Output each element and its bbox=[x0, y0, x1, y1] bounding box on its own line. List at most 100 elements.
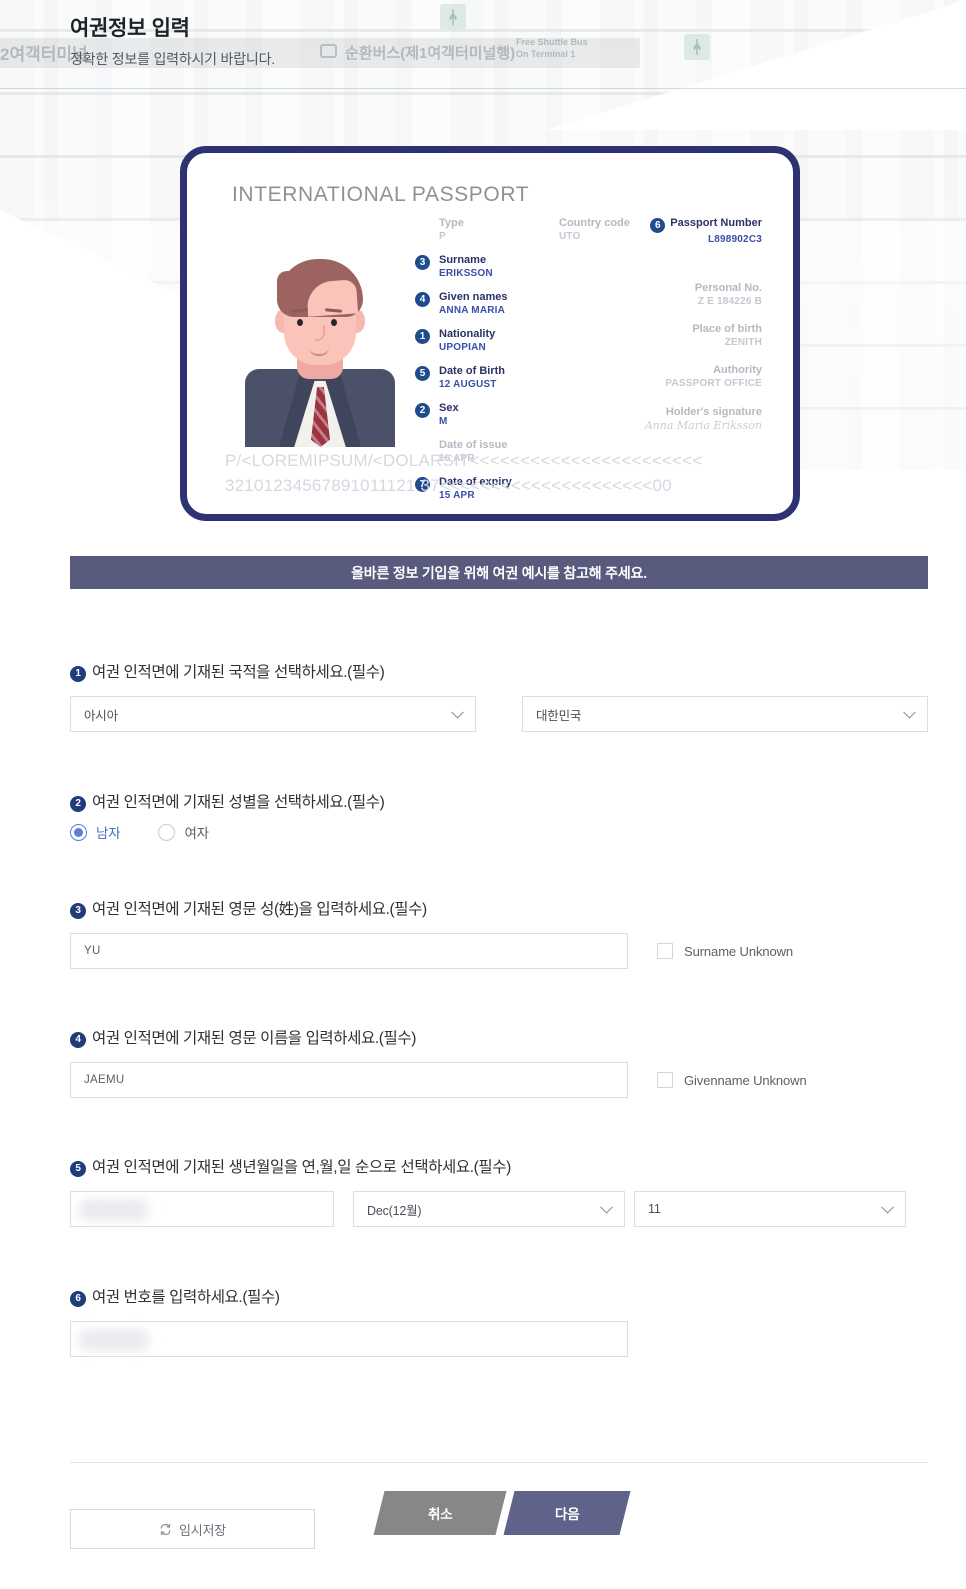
exit-sign-icon bbox=[440, 4, 466, 30]
passport-field-surname: 3 Surname ERIKSSON bbox=[415, 254, 569, 280]
checkbox-indicator bbox=[657, 1072, 673, 1088]
passport-field-place-of-birth: Place of birth ZENITH bbox=[692, 323, 762, 348]
passport-stripe-gap bbox=[303, 146, 318, 153]
question-3-row: YU Surname Unknown bbox=[70, 933, 928, 969]
gender-radio-male[interactable]: 남자 bbox=[70, 822, 121, 842]
passport-number-input[interactable] bbox=[70, 1321, 628, 1357]
passport-field-dob: 5 Date of Birth 12 AUGUST bbox=[415, 365, 569, 391]
question-5-row: Dec(12월) 11 bbox=[70, 1191, 928, 1227]
question-number-5: 5 bbox=[70, 1161, 86, 1177]
question-3-surname: 3 여권 인적면에 기재된 영문 성(姓)을 입력하세요.(필수) YU Surn… bbox=[70, 897, 928, 969]
birth-day-select[interactable]: 11 bbox=[634, 1191, 906, 1227]
givenname-input[interactable]: JAEMU bbox=[70, 1062, 628, 1098]
gender-radio-female[interactable]: 여자 bbox=[158, 822, 209, 842]
question-1-row: 아시아 대한민국 bbox=[70, 696, 928, 732]
surname-input[interactable]: YU bbox=[70, 933, 628, 969]
question-6-title: 6 여권 번호를 입력하세요.(필수) bbox=[70, 1285, 928, 1307]
checkbox-indicator bbox=[657, 943, 673, 959]
passport-photo-avatar bbox=[239, 247, 401, 447]
exit-sign-icon bbox=[684, 34, 710, 60]
signage-shuttle-text: Free Shuttle Bus On Terminal 1 bbox=[516, 37, 588, 59]
page-header: 여권정보 입력 정확한 정보를 입력하시기 바랍니다. bbox=[70, 12, 275, 69]
redacted-value bbox=[79, 1199, 149, 1221]
question-number-6: 6 bbox=[70, 1291, 86, 1307]
passport-field-authority: Authority PASSPORT OFFICE bbox=[665, 364, 762, 389]
page-title: 여권정보 입력 bbox=[70, 17, 190, 40]
passport-body: INTERNATIONAL PASSPORT Type P 3 Surname … bbox=[180, 146, 800, 521]
next-button[interactable]: 다음 bbox=[503, 1491, 631, 1535]
passport-badge-2: 2 bbox=[415, 403, 430, 418]
mrz-line-1: P/<LOREMIPSUM/<DOLARSIT<<<<<<<<<<<<<<<<<… bbox=[225, 451, 703, 470]
passport-stripe-red bbox=[307, 146, 618, 153]
question-5-date-of-birth: 5 여권 인적면에 기재된 생년월일을 연,월,일 순으로 선택하세요.(필수) … bbox=[70, 1155, 928, 1227]
chevron-down-icon bbox=[903, 705, 916, 719]
passport-field-type: Type P bbox=[439, 217, 464, 242]
gender-radio-female-label: 여자 bbox=[184, 826, 209, 841]
question-5-title: 5 여권 인적면에 기재된 생년월일을 연,월,일 순으로 선택하세요.(필수) bbox=[70, 1155, 928, 1177]
givenname-input-value: JAEMU bbox=[84, 1074, 125, 1086]
question-number-1: 1 bbox=[70, 666, 86, 682]
question-4-row: JAEMU Givenname Unknown bbox=[70, 1062, 928, 1098]
passport-field-passport-number: 6 Passport Number L898902C3 bbox=[627, 217, 762, 246]
question-2-title: 2 여권 인적면에 기재된 성별을 선택하세요.(필수) bbox=[70, 790, 928, 812]
header-divider bbox=[0, 88, 966, 89]
passport-badge-3: 3 bbox=[415, 255, 430, 270]
birth-year-select[interactable] bbox=[70, 1191, 334, 1227]
form-action-buttons: 취소 다음 bbox=[373, 1491, 631, 1535]
surname-input-value: YU bbox=[84, 945, 101, 957]
next-button-label: 다음 bbox=[554, 1507, 580, 1522]
passport-badge-1: 1 bbox=[415, 329, 430, 344]
passport-field-nationality: 1 Nationality UPOPIAN bbox=[415, 328, 569, 354]
signage-bus-text: 순환버스(제1여객터미널행) bbox=[345, 45, 516, 62]
temp-save-button[interactable]: 임시저장 bbox=[70, 1509, 315, 1549]
page-subtitle: 정확한 정보를 입력하시기 바랍니다. bbox=[70, 51, 275, 67]
birth-month-select[interactable]: Dec(12월) bbox=[353, 1191, 625, 1227]
question-number-2: 2 bbox=[70, 796, 86, 812]
passport-field-given-names: 4 Given names ANNA MARIA bbox=[415, 291, 569, 317]
radio-indicator bbox=[158, 823, 176, 841]
passport-badge-4: 4 bbox=[415, 292, 430, 307]
chevron-down-icon bbox=[881, 1200, 894, 1214]
question-3-title: 3 여권 인적면에 기재된 영문 성(姓)을 입력하세요.(필수) bbox=[70, 897, 928, 919]
question-1-title: 1 여권 인적면에 기재된 국적을 선택하세요.(필수) bbox=[70, 660, 928, 682]
region-select-value: 아시아 bbox=[84, 708, 118, 723]
country-select-value: 대한민국 bbox=[536, 708, 582, 723]
question-6-passport-number: 6 여권 번호를 입력하세요.(필수) bbox=[70, 1285, 928, 1357]
chevron-down-icon bbox=[451, 705, 464, 719]
mrz-line-2: 32101234567891011121 37<<<<<<<<<<<<<<<<<… bbox=[225, 476, 672, 495]
refresh-icon bbox=[159, 1523, 172, 1536]
region-select[interactable]: 아시아 bbox=[70, 696, 476, 732]
surname-unknown-checkbox[interactable]: Surname Unknown bbox=[657, 943, 793, 959]
passport-mrz: P/<LOREMIPSUM/<DOLARSIT<<<<<<<<<<<<<<<<<… bbox=[225, 448, 703, 498]
question-1-nationality: 1 여권 인적면에 기재된 국적을 선택하세요.(필수) 아시아 대한민국 bbox=[70, 660, 928, 732]
gender-radio-male-label: 남자 bbox=[96, 826, 121, 841]
question-2-gender: 2 여권 인적면에 기재된 성별을 선택하세요.(필수) 남자 여자 bbox=[70, 790, 928, 842]
question-6-row bbox=[70, 1321, 928, 1357]
country-select[interactable]: 대한민국 bbox=[522, 696, 928, 732]
radio-indicator bbox=[70, 823, 87, 841]
passport-badge-6: 6 bbox=[650, 218, 666, 233]
notice-banner: 올바른 정보 기입을 위해 여권 예시를 참고해 주세요. bbox=[70, 556, 928, 589]
birth-month-select-value: Dec(12월) bbox=[367, 1203, 422, 1218]
passport-badge-5: 5 bbox=[415, 366, 430, 381]
temp-save-label: 임시저장 bbox=[178, 1522, 227, 1538]
footer-divider bbox=[70, 1462, 928, 1463]
passport-heading: INTERNATIONAL PASSPORT bbox=[232, 183, 530, 206]
question-4-title: 4 여권 인적면에 기재된 영문 이름을 입력하세요.(필수) bbox=[70, 1026, 928, 1048]
passport-field-sex: 2 Sex M bbox=[415, 402, 569, 428]
redacted-value bbox=[79, 1329, 149, 1351]
birth-day-select-value: 11 bbox=[648, 1202, 661, 1216]
cancel-button[interactable]: 취소 bbox=[373, 1491, 507, 1535]
passport-field-signature: Holder's signature Anna Maria Eriksson bbox=[627, 406, 762, 433]
passport-field-personal-no: Personal No. Z E 184226 B bbox=[694, 282, 762, 307]
question-4-given-name: 4 여권 인적면에 기재된 영문 이름을 입력하세요.(필수) JAEMU Giv… bbox=[70, 1026, 928, 1098]
surname-unknown-label: Surname Unknown bbox=[684, 943, 794, 959]
givenname-unknown-checkbox[interactable]: Givenname Unknown bbox=[657, 1072, 807, 1088]
givenname-unknown-label: Givenname Unknown bbox=[684, 1072, 807, 1088]
cancel-button-label: 취소 bbox=[427, 1507, 453, 1522]
holder-signature: Anna Maria Eriksson bbox=[644, 419, 762, 432]
question-number-3: 3 bbox=[70, 903, 86, 919]
question-number-4: 4 bbox=[70, 1032, 86, 1048]
gender-radio-group: 남자 여자 bbox=[70, 822, 928, 842]
passport-column-right: 6 Passport Number L898902C3 Personal No. … bbox=[627, 217, 762, 444]
